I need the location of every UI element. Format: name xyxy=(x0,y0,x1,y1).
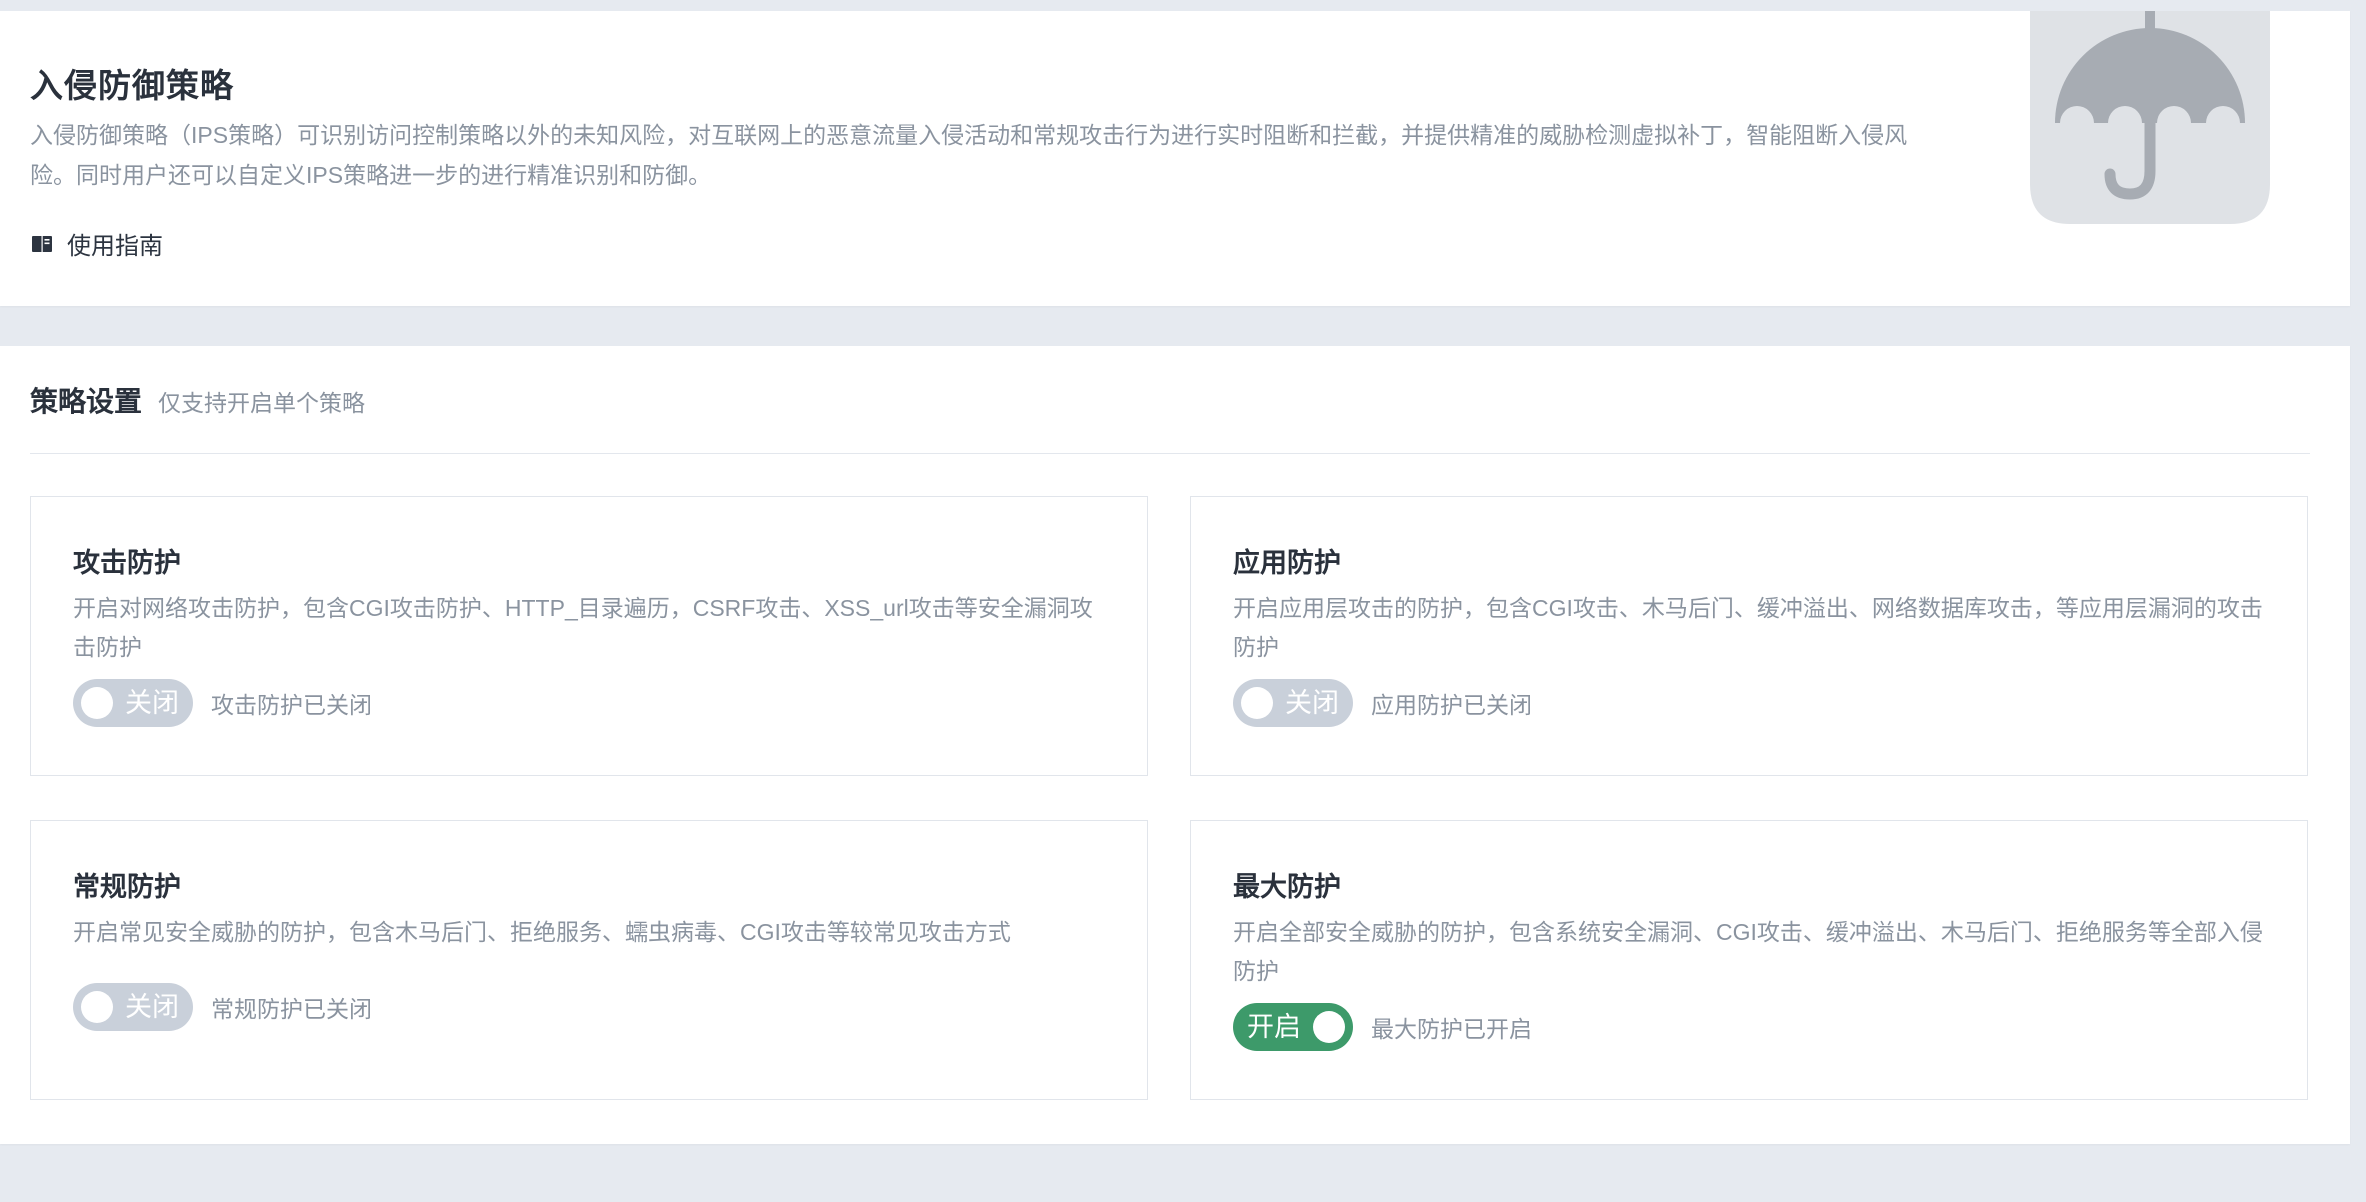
card-description: 开启常见安全威胁的防护，包含木马后门、拒绝服务、蠕虫病毒、CGI攻击等较常见攻击… xyxy=(73,919,1011,945)
switch-label: 关闭 xyxy=(125,992,179,1022)
regular-protection-card: 常规防护 开启常见安全威胁的防护，包含木马后门、拒绝服务、蠕虫病毒、CGI攻击等… xyxy=(30,820,1148,1100)
book-icon xyxy=(31,233,53,255)
switch-row: 关闭 攻击防护已关闭 xyxy=(73,679,372,727)
card-description: 开启应用层攻击的防护，包含CGI攻击、木马后门、缓冲溢出、网络数据库攻击，等应用… xyxy=(1233,595,2263,660)
settings-header: 策略设置 仅支持开启单个策略 xyxy=(30,380,365,420)
switch-knob xyxy=(81,687,113,719)
page-title: 入侵防御策略 xyxy=(30,67,234,104)
card-title: 常规防护 xyxy=(73,872,181,902)
card-title: 最大防护 xyxy=(1233,872,1341,902)
switch-row: 开启 最大防护已开启 xyxy=(1233,1003,1532,1051)
settings-title: 策略设置 xyxy=(30,386,143,417)
card-description: 开启对网络攻击防护，包含CGI攻击防护、HTTP_目录遍历，CSRF攻击、XSS… xyxy=(73,595,1093,660)
attack-protection-switch[interactable]: 关闭 xyxy=(73,679,193,727)
application-protection-card: 应用防护 开启应用层攻击的防护，包含CGI攻击、木马后门、缓冲溢出、网络数据库攻… xyxy=(1190,496,2308,776)
intro-panel: 入侵防御策略 入侵防御策略（IPS策略）可识别访问控制策略以外的未知风险，对互联… xyxy=(0,11,2350,306)
switch-knob xyxy=(81,991,113,1023)
switch-label: 开启 xyxy=(1247,1012,1301,1042)
switch-row: 关闭 常规防护已关闭 xyxy=(73,983,372,1031)
strategy-settings-panel: 策略设置 仅支持开启单个策略 攻击防护 开启对网络攻击防护，包含CGI攻击防护、… xyxy=(0,346,2350,1144)
divider xyxy=(30,453,2310,454)
switch-status: 常规防护已关闭 xyxy=(211,996,372,1022)
switch-label: 关闭 xyxy=(125,688,179,718)
settings-hint: 仅支持开启单个策略 xyxy=(158,390,366,416)
card-title: 攻击防护 xyxy=(73,548,181,578)
usage-guide-label: 使用指南 xyxy=(67,233,163,260)
card-title: 应用防护 xyxy=(1233,548,1341,578)
switch-status: 应用防护已关闭 xyxy=(1371,692,1532,718)
switch-status: 最大防护已开启 xyxy=(1371,1016,1532,1042)
regular-protection-switch[interactable]: 关闭 xyxy=(73,983,193,1031)
usage-guide-link[interactable]: 使用指南 xyxy=(31,226,163,261)
switch-knob xyxy=(1313,1011,1345,1043)
switch-row: 关闭 应用防护已关闭 xyxy=(1233,679,1532,727)
switch-label: 关闭 xyxy=(1285,688,1339,718)
attack-protection-card: 攻击防护 开启对网络攻击防护，包含CGI攻击防护、HTTP_目录遍历，CSRF攻… xyxy=(30,496,1148,776)
switch-status: 攻击防护已关闭 xyxy=(211,692,372,718)
switch-knob xyxy=(1241,687,1273,719)
maximum-protection-switch[interactable]: 开启 xyxy=(1233,1003,1353,1051)
umbrella-shield-icon xyxy=(2030,11,2270,224)
card-description: 开启全部安全威胁的防护，包含系统安全漏洞、CGI攻击、缓冲溢出、木马后门、拒绝服… xyxy=(1233,919,2263,984)
maximum-protection-card: 最大防护 开启全部安全威胁的防护，包含系统安全漏洞、CGI攻击、缓冲溢出、木马后… xyxy=(1190,820,2308,1100)
page-description: 入侵防御策略（IPS策略）可识别访问控制策略以外的未知风险，对互联网上的恶意流量… xyxy=(30,122,1908,188)
application-protection-switch[interactable]: 关闭 xyxy=(1233,679,1353,727)
